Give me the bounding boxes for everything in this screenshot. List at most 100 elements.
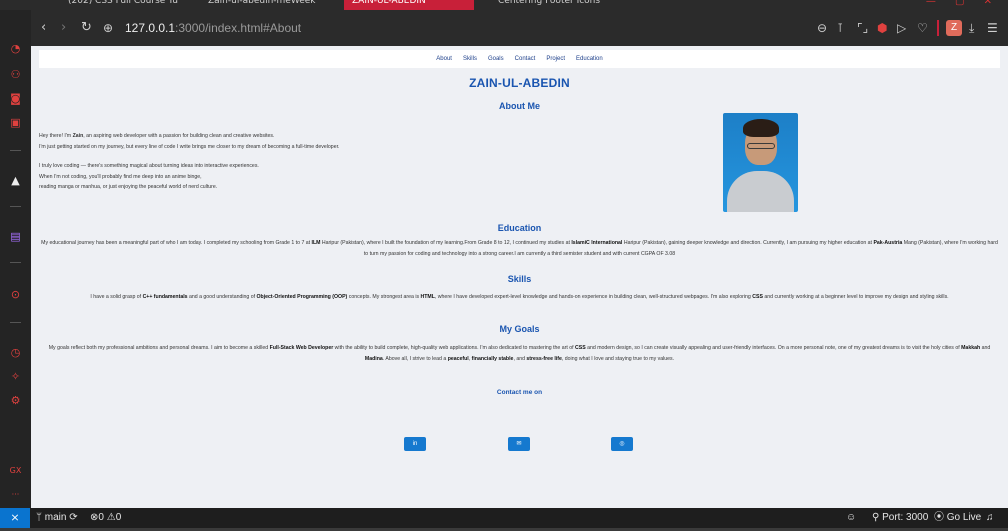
nav-link-skills[interactable]: Skills (463, 56, 477, 62)
broadcast-icon: ⚲ (872, 512, 880, 523)
warning-count: 0 (115, 512, 122, 523)
messenger-icon[interactable]: ◙ (9, 92, 22, 105)
bookmark-heart-icon[interactable]: ♡ (917, 21, 928, 35)
aria-icon[interactable]: ▲ (9, 174, 22, 187)
go-live-button[interactable]: ⦿ Go Live (934, 508, 981, 528)
branch-indicator[interactable]: ᛘ main ⟳ (36, 508, 78, 528)
site-navbar: About Skills Goals Contact Project Educa… (39, 50, 1000, 68)
pin-icon[interactable]: ⊺ (837, 21, 843, 35)
email-button[interactable]: ✉ (508, 437, 530, 451)
about-text-part: Hey there! I'm (39, 133, 73, 139)
browser-tab-strip: (202) CSS Full Course Tu Zain-ul-abedin-… (0, 0, 1008, 10)
nav-link-project[interactable]: Project (546, 56, 565, 62)
skills-text-part: and currently working at a beginner leve… (762, 294, 949, 300)
easy-setup-icon[interactable]: ☰ (987, 21, 998, 35)
history-icon[interactable]: ◷ (9, 346, 22, 359)
browser-toolbar: ‹ › ↻ ⊕ 127.0.0.1:3000/index.html#About … (31, 10, 1008, 46)
mail-icon[interactable]: ▣ (9, 116, 22, 129)
vpn-shield-icon[interactable]: ⬢ (877, 21, 887, 35)
profile-avatar[interactable]: Z (946, 20, 962, 36)
goals-text-part: , doing what I love and staying true to … (561, 355, 675, 362)
forward-icon[interactable]: › (61, 20, 66, 36)
nav-link-goals[interactable]: Goals (488, 56, 504, 62)
education-bold: IslamiC International (571, 240, 623, 246)
toolbar-divider (937, 20, 939, 36)
about-text-part: I truly love coding — there's something … (39, 163, 259, 169)
browser-tab[interactable]: Zain-ul-abedin-meWeek (200, 0, 330, 10)
player-play-icon[interactable]: ▷ (897, 21, 906, 35)
skills-text-part: , where I have developed expert-level kn… (434, 294, 753, 300)
browser-tab[interactable]: (202) CSS Full Course Tu (60, 0, 180, 10)
nav-link-contact[interactable]: Contact (515, 56, 536, 62)
skills-bold: CSS (752, 294, 763, 300)
branch-icon: ᛘ (36, 512, 42, 523)
linkedin-button[interactable]: in (404, 437, 426, 451)
photo-shirt (727, 171, 794, 212)
gx-logo-icon[interactable]: GX (9, 464, 22, 477)
copilot-icon[interactable]: ☺ (846, 508, 856, 528)
problems-indicator[interactable]: ⊗0 ⚠0 (90, 508, 121, 528)
goals-heading: My Goals (499, 324, 540, 334)
education-text-part: My educational journey has been a meanin… (41, 240, 312, 246)
back-icon[interactable]: ‹ (41, 20, 46, 36)
player-icon[interactable]: ⊙ (9, 288, 22, 301)
port-indicator[interactable]: ⚲ Port: 3000 (872, 508, 928, 528)
about-text-part: reading manga or manhua, or just enjoyin… (39, 184, 218, 190)
about-name: Zain (72, 133, 84, 139)
goals-bold: peaceful (447, 355, 469, 362)
photo-hair (743, 119, 779, 137)
goals-bold: financially stable (471, 355, 514, 362)
goals-text-part: and modern design, so I can create visua… (585, 345, 962, 351)
notifications-icon[interactable]: ♫ (986, 508, 994, 528)
branch-name: main (44, 512, 67, 523)
education-heading: Education (497, 223, 542, 233)
remote-indicator-icon[interactable]: ⨯ (0, 508, 30, 528)
live-icon: ⦿ (934, 512, 944, 523)
goals-text-part: , and (513, 355, 527, 362)
site-title: ZAIN-UL-ABEDIN (469, 76, 570, 90)
goals-bold: Full-Stack Web Developer (269, 345, 334, 351)
go-live-label: Go Live (946, 512, 982, 523)
browser-tab[interactable]: Centering Footer Icons (490, 0, 620, 10)
skills-text-part: I have a solid grasp of (90, 294, 143, 300)
nav-link-education[interactable]: Education (576, 56, 603, 62)
goals-bold: Madina (364, 355, 383, 362)
download-icon[interactable]: ⤓ (969, 21, 974, 35)
window-controls[interactable]: — ▢ ✕ (926, 0, 1000, 7)
browser-sidebar: ◔ ⚇ ◙ ▣ ▲ ▤ ⊙ ◷ ✧ ⚙ GX ··· (0, 10, 31, 508)
url-host: 127.0.0.1 (125, 21, 176, 35)
extensions-icon[interactable]: ✧ (9, 370, 22, 383)
sidebar-divider (10, 206, 21, 207)
sidebar-divider (10, 262, 21, 263)
page-viewport: About Skills Goals Contact Project Educa… (31, 46, 1008, 508)
photo-glasses (747, 143, 775, 149)
settings-icon[interactable]: ⚙ (9, 394, 22, 407)
skills-text-part: and a good understanding of (187, 294, 257, 300)
reload-icon[interactable]: ↻ (81, 20, 92, 36)
goals-bold: stress-free life (526, 355, 562, 362)
goals-bold: CSS (575, 345, 586, 351)
goals-text: My goals reflect both my professional am… (39, 343, 1000, 364)
address-bar[interactable]: 127.0.0.1:3000/index.html#About (125, 20, 301, 36)
skills-heading: Skills (507, 274, 532, 284)
goals-bold: Makkah (961, 345, 981, 351)
nav-link-about[interactable]: About (436, 56, 452, 62)
warning-icon: ⚠ (106, 512, 116, 523)
speed-dial-icon[interactable]: ◔ (9, 42, 22, 55)
zoom-icon[interactable]: ⊖ (817, 21, 827, 35)
url-path: :3000/index.html#About (175, 21, 302, 35)
about-text: Hey there! I'm Zain, an aspiring web dev… (39, 131, 699, 202)
education-text-part: Haripur (Pakistan), gaining deeper knowl… (622, 240, 874, 246)
education-text: My educational journey has been a meanin… (39, 238, 1000, 259)
instagram-button[interactable]: ◎ (611, 437, 633, 451)
skills-text-part: concepts. My strongest area is (347, 294, 421, 300)
about-text-part: I'm just getting started on my journey, … (39, 143, 340, 150)
port-label: Port: 3000 (882, 512, 929, 523)
site-info-icon[interactable]: ⊕ (103, 20, 113, 36)
crypto-wallet-icon[interactable]: ⚇ (9, 68, 22, 81)
twitch-icon[interactable]: ▤ (9, 230, 22, 243)
more-icon[interactable]: ··· (9, 488, 22, 501)
snapshot-icon[interactable]: ⌜⌟ (857, 21, 868, 35)
sync-icon: ⟳ (69, 512, 78, 523)
browser-tab-active[interactable]: ZAIN-UL-ABEDIN (344, 0, 474, 10)
